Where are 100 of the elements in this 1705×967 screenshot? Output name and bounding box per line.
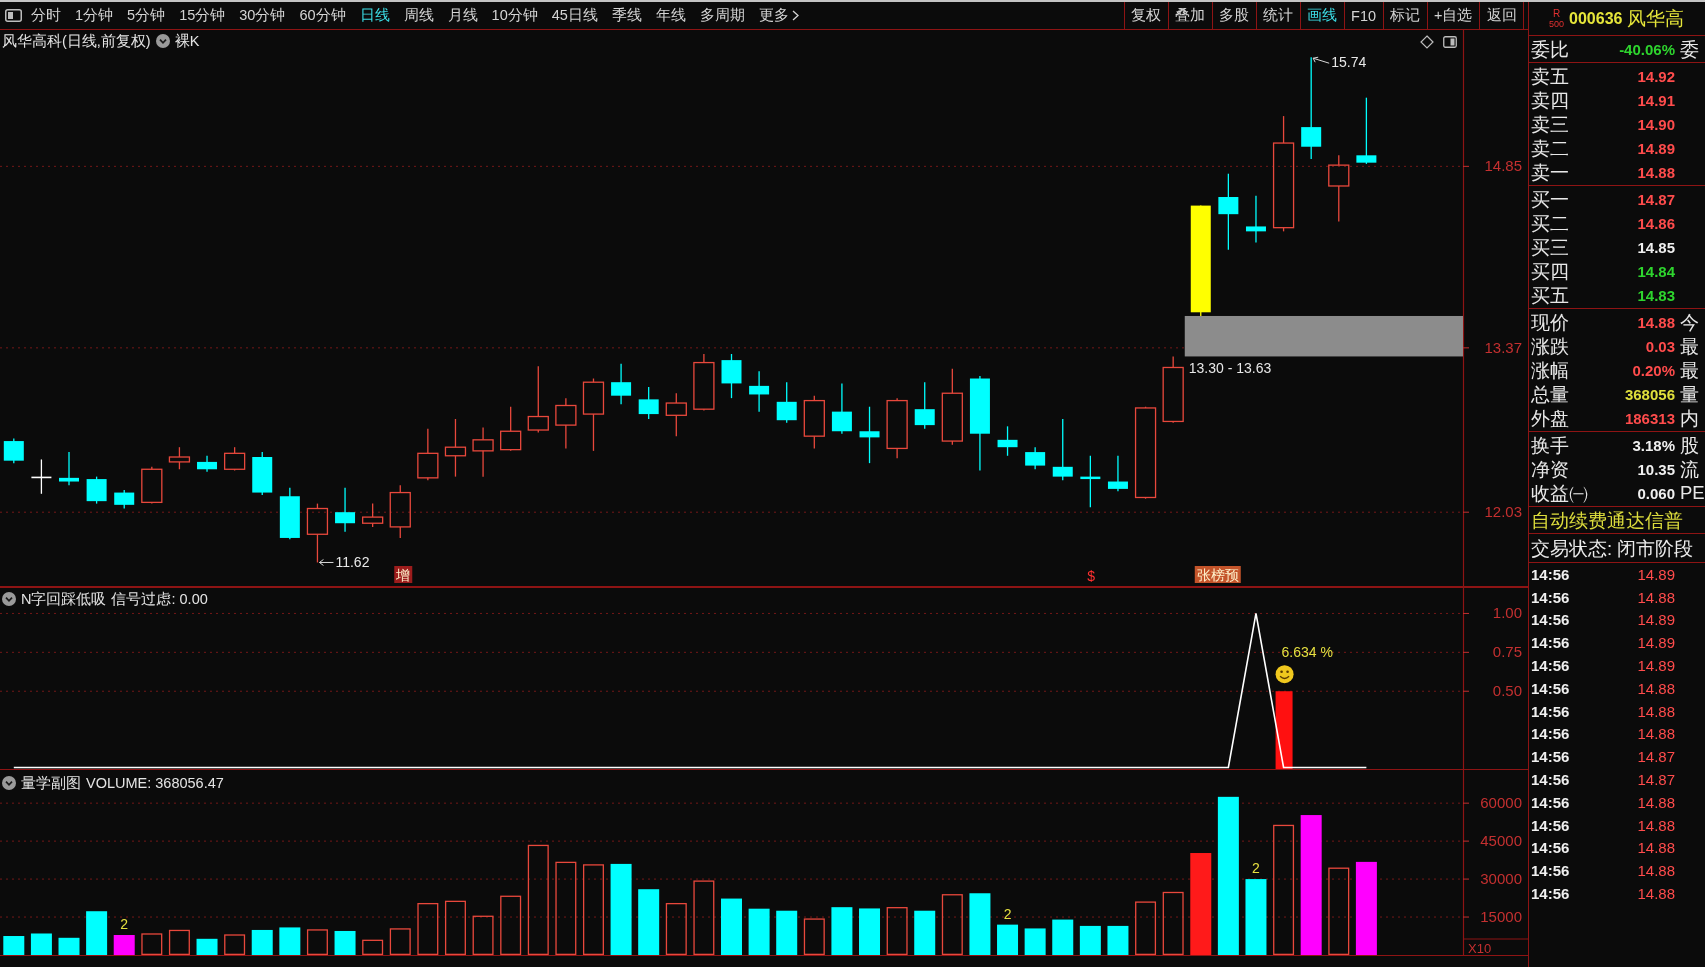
quote-label: 净资 bbox=[1531, 457, 1569, 482]
quote-label: 现价 bbox=[1531, 310, 1569, 335]
quote-value: 14.86 bbox=[1637, 214, 1675, 232]
tool-button[interactable]: F10 bbox=[1343, 2, 1383, 29]
quote-value: 3.18% bbox=[1632, 436, 1675, 454]
quote-value: 14.89 bbox=[1637, 139, 1675, 157]
tool-button[interactable]: 返回 bbox=[1479, 2, 1523, 29]
quote-label: 卖四 bbox=[1531, 88, 1569, 113]
indicator-title: 量学副图 bbox=[21, 774, 81, 792]
axis-unit-label: X10 bbox=[1468, 941, 1492, 955]
quote-label: 股 bbox=[1679, 433, 1699, 458]
more-button[interactable]: 更多 bbox=[751, 2, 806, 29]
quote-value: 14.92 bbox=[1637, 67, 1675, 85]
panel-toggle-icon[interactable] bbox=[1443, 35, 1457, 49]
tool-button[interactable]: 复权 bbox=[1123, 2, 1168, 29]
quote-value: -40.06% bbox=[1619, 40, 1675, 58]
tool-button[interactable]: 标记 bbox=[1382, 2, 1427, 29]
quote-value: 14.91 bbox=[1637, 91, 1675, 109]
tick-price: 14.88 bbox=[1637, 702, 1675, 720]
tool-button[interactable]: 叠加 bbox=[1167, 2, 1212, 29]
trade-status-text: 交易状态: 闭市阶段 bbox=[1529, 534, 1705, 563]
stock-name: 风华高 bbox=[1627, 7, 1685, 31]
signal-tag: 张榜预 bbox=[1194, 566, 1241, 583]
quote-label: 卖一 bbox=[1531, 160, 1569, 185]
tick-time: 14:56 bbox=[1531, 657, 1570, 675]
tick-price: 14.89 bbox=[1637, 611, 1675, 629]
quote-label: 买三 bbox=[1531, 235, 1569, 260]
quote-label: 涨幅 bbox=[1531, 358, 1569, 383]
tool-button[interactable]: 画线 bbox=[1299, 2, 1344, 29]
quote-value: 368056 bbox=[1624, 385, 1675, 403]
tick-time: 14:56 bbox=[1531, 634, 1570, 652]
period-tab[interactable]: 10分钟 bbox=[484, 2, 545, 29]
quote-label: 换手 bbox=[1531, 433, 1569, 458]
tick-price: 14.87 bbox=[1637, 771, 1675, 789]
quote-label: 外盘 bbox=[1531, 406, 1569, 431]
quote-label: 今 bbox=[1679, 310, 1699, 335]
tick-price: 14.88 bbox=[1637, 588, 1675, 606]
tick-price: 14.88 bbox=[1637, 862, 1675, 880]
period-tab[interactable]: 多周期 bbox=[692, 2, 752, 29]
chevron-right-icon bbox=[791, 10, 799, 21]
price-label: 11.62 bbox=[335, 554, 370, 571]
axis-label: 60000 bbox=[1480, 794, 1522, 812]
period-tab[interactable]: 年线 bbox=[648, 2, 693, 29]
signal-count-label: 2 bbox=[1252, 860, 1260, 877]
quote-value: 186313 bbox=[1624, 409, 1675, 427]
tick-price: 14.88 bbox=[1637, 839, 1675, 857]
quote-label: PE bbox=[1679, 482, 1705, 504]
tool-button[interactable]: 统计 bbox=[1255, 2, 1300, 29]
period-tab[interactable]: 分时 bbox=[24, 2, 68, 29]
quote-label: 委 bbox=[1679, 37, 1699, 62]
quote-value: 0.20% bbox=[1632, 361, 1675, 379]
signal-tag: 增 bbox=[394, 566, 413, 583]
quote-label: 涨跌 bbox=[1531, 334, 1569, 359]
period-tab[interactable]: 日线 bbox=[352, 2, 397, 29]
tick-time: 14:56 bbox=[1531, 702, 1570, 720]
quote-label: 买一 bbox=[1531, 187, 1569, 212]
tick-price: 14.88 bbox=[1637, 725, 1675, 743]
indicator-reading: 信号过虑: 0.00 bbox=[111, 590, 208, 608]
signal-count-label: 2 bbox=[120, 916, 129, 932]
period-tab[interactable]: 5分钟 bbox=[120, 2, 173, 29]
quote-label: 买五 bbox=[1531, 283, 1569, 308]
quote-label: 卖三 bbox=[1531, 112, 1569, 137]
market-flag-number: 500 bbox=[1549, 18, 1565, 29]
quote-label: 委比 bbox=[1531, 37, 1569, 62]
dropdown-icon[interactable] bbox=[2, 776, 16, 790]
quote-value: 14.83 bbox=[1637, 286, 1675, 304]
arrow-icon bbox=[1312, 56, 1330, 64]
dropdown-icon[interactable] bbox=[155, 34, 170, 48]
quote-label: 最 bbox=[1679, 358, 1699, 383]
diamond-icon[interactable] bbox=[1420, 35, 1434, 49]
period-tab[interactable]: 季线 bbox=[604, 2, 649, 29]
period-tab[interactable]: 45日线 bbox=[544, 2, 605, 29]
tick-time: 14:56 bbox=[1531, 679, 1570, 697]
tick-time: 14:56 bbox=[1531, 588, 1570, 606]
quote-label: 收益㈠ bbox=[1531, 481, 1588, 506]
period-tab[interactable]: 30分钟 bbox=[232, 2, 293, 29]
band-label: 13.30 - 13.63 bbox=[1188, 360, 1272, 377]
period-tab[interactable]: 月线 bbox=[440, 2, 485, 29]
dropdown-icon[interactable] bbox=[2, 592, 16, 606]
tick-time: 14:56 bbox=[1531, 725, 1570, 743]
tool-button[interactable]: +自选 bbox=[1426, 2, 1479, 29]
axis-label: 12.03 bbox=[1484, 503, 1522, 521]
tick-price: 14.88 bbox=[1637, 679, 1675, 697]
axis-label: 45000 bbox=[1480, 832, 1522, 850]
tick-time: 14:56 bbox=[1531, 816, 1570, 834]
quote-value: 0.03 bbox=[1645, 337, 1675, 355]
signal-value-label: 6.634 % bbox=[1281, 644, 1333, 661]
period-tab[interactable]: 15分钟 bbox=[172, 2, 233, 29]
tool-button[interactable]: 多股 bbox=[1211, 2, 1256, 29]
period-tab[interactable]: 60分钟 bbox=[292, 2, 353, 29]
quote-value: 14.84 bbox=[1637, 262, 1675, 280]
tick-price: 14.88 bbox=[1637, 885, 1675, 903]
sidebar-toggle-icon[interactable] bbox=[5, 9, 22, 22]
smiley-icon bbox=[1275, 665, 1294, 684]
axis-label: 15000 bbox=[1480, 908, 1522, 926]
quote-label: 买四 bbox=[1531, 259, 1569, 284]
quote-value: 14.87 bbox=[1637, 190, 1675, 208]
period-tab[interactable]: 周线 bbox=[396, 2, 441, 29]
period-tab[interactable]: 1分钟 bbox=[68, 2, 121, 29]
axis-label: 30000 bbox=[1480, 870, 1522, 888]
